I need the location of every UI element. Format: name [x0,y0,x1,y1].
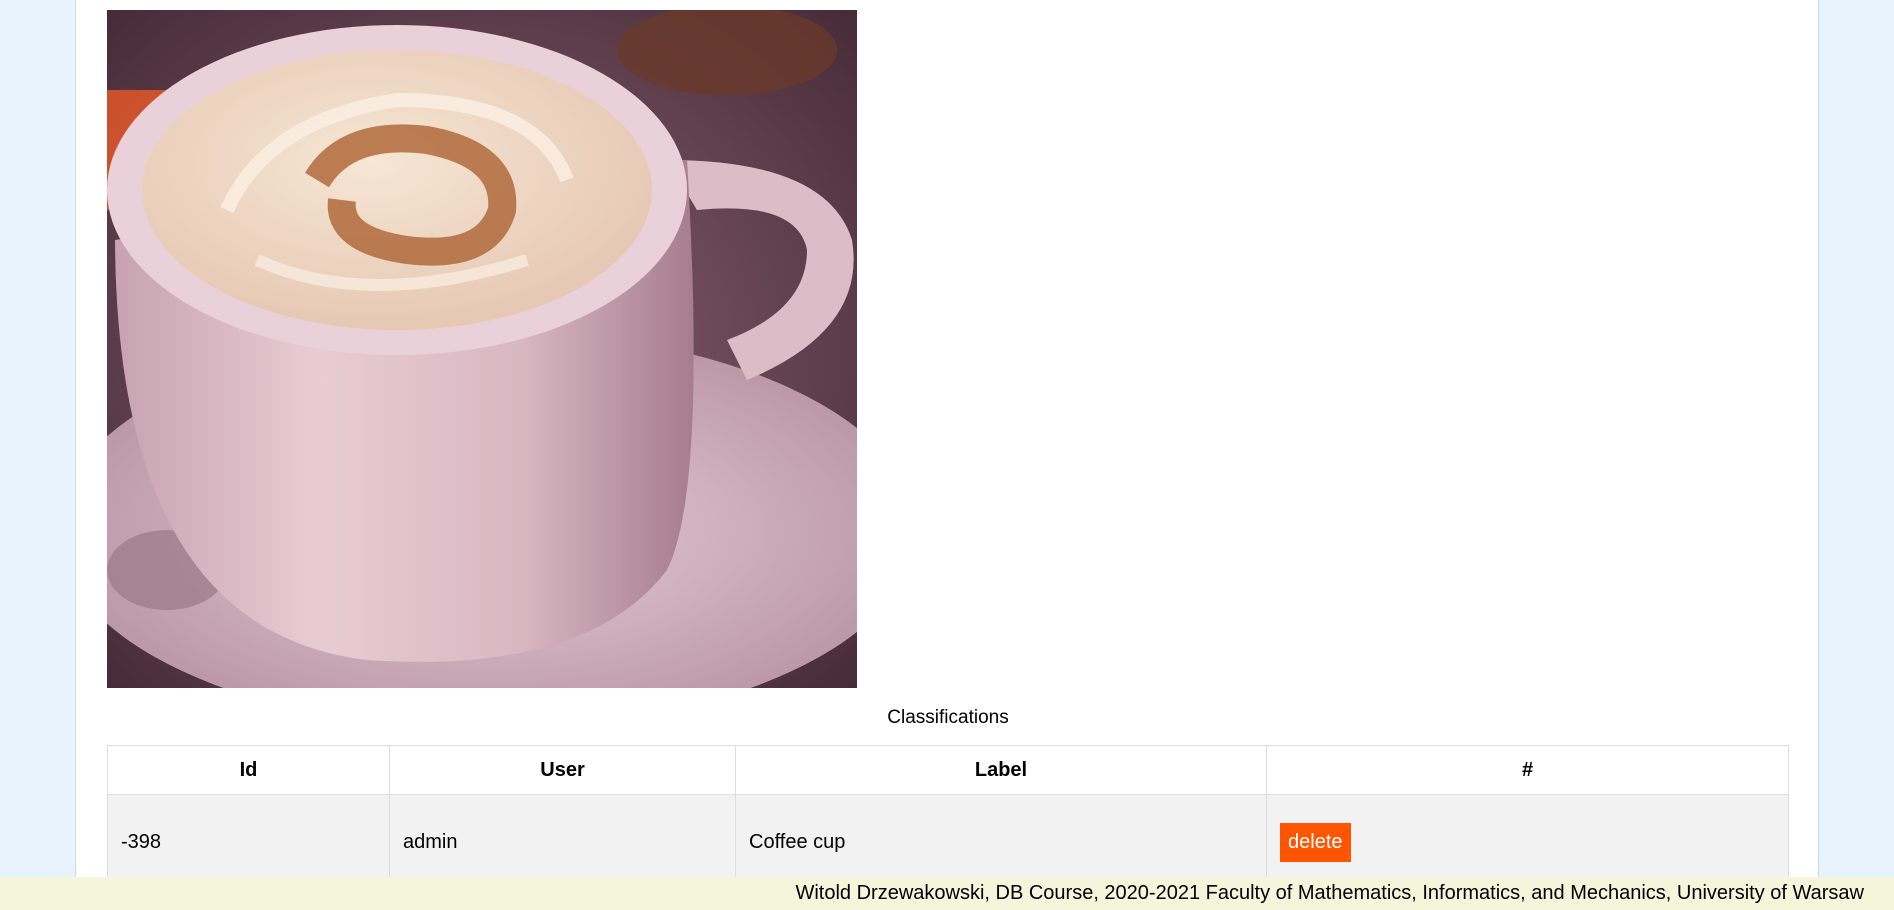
classifications-title: Classifications [887,707,1009,728]
content-panel: Classifications Id User Label # -398 adm… [75,0,1819,910]
column-header-label: Label [735,745,1267,795]
coffee-cup-image [107,10,857,688]
table-header-row: Id User Label # [107,745,1789,795]
column-header-user: User [389,745,736,795]
classifications-table: Id User Label # -398 admin Coffee cup de… [107,745,1789,891]
column-header-actions: # [1266,745,1789,795]
coffee-cup-illustration [107,10,857,688]
footer-text: Witold Drzewakowski, DB Course, 2020-202… [795,882,1864,904]
column-header-id: Id [107,745,390,795]
delete-button[interactable]: delete [1280,823,1351,863]
footer: Witold Drzewakowski, DB Course, 2020-202… [0,877,1894,910]
